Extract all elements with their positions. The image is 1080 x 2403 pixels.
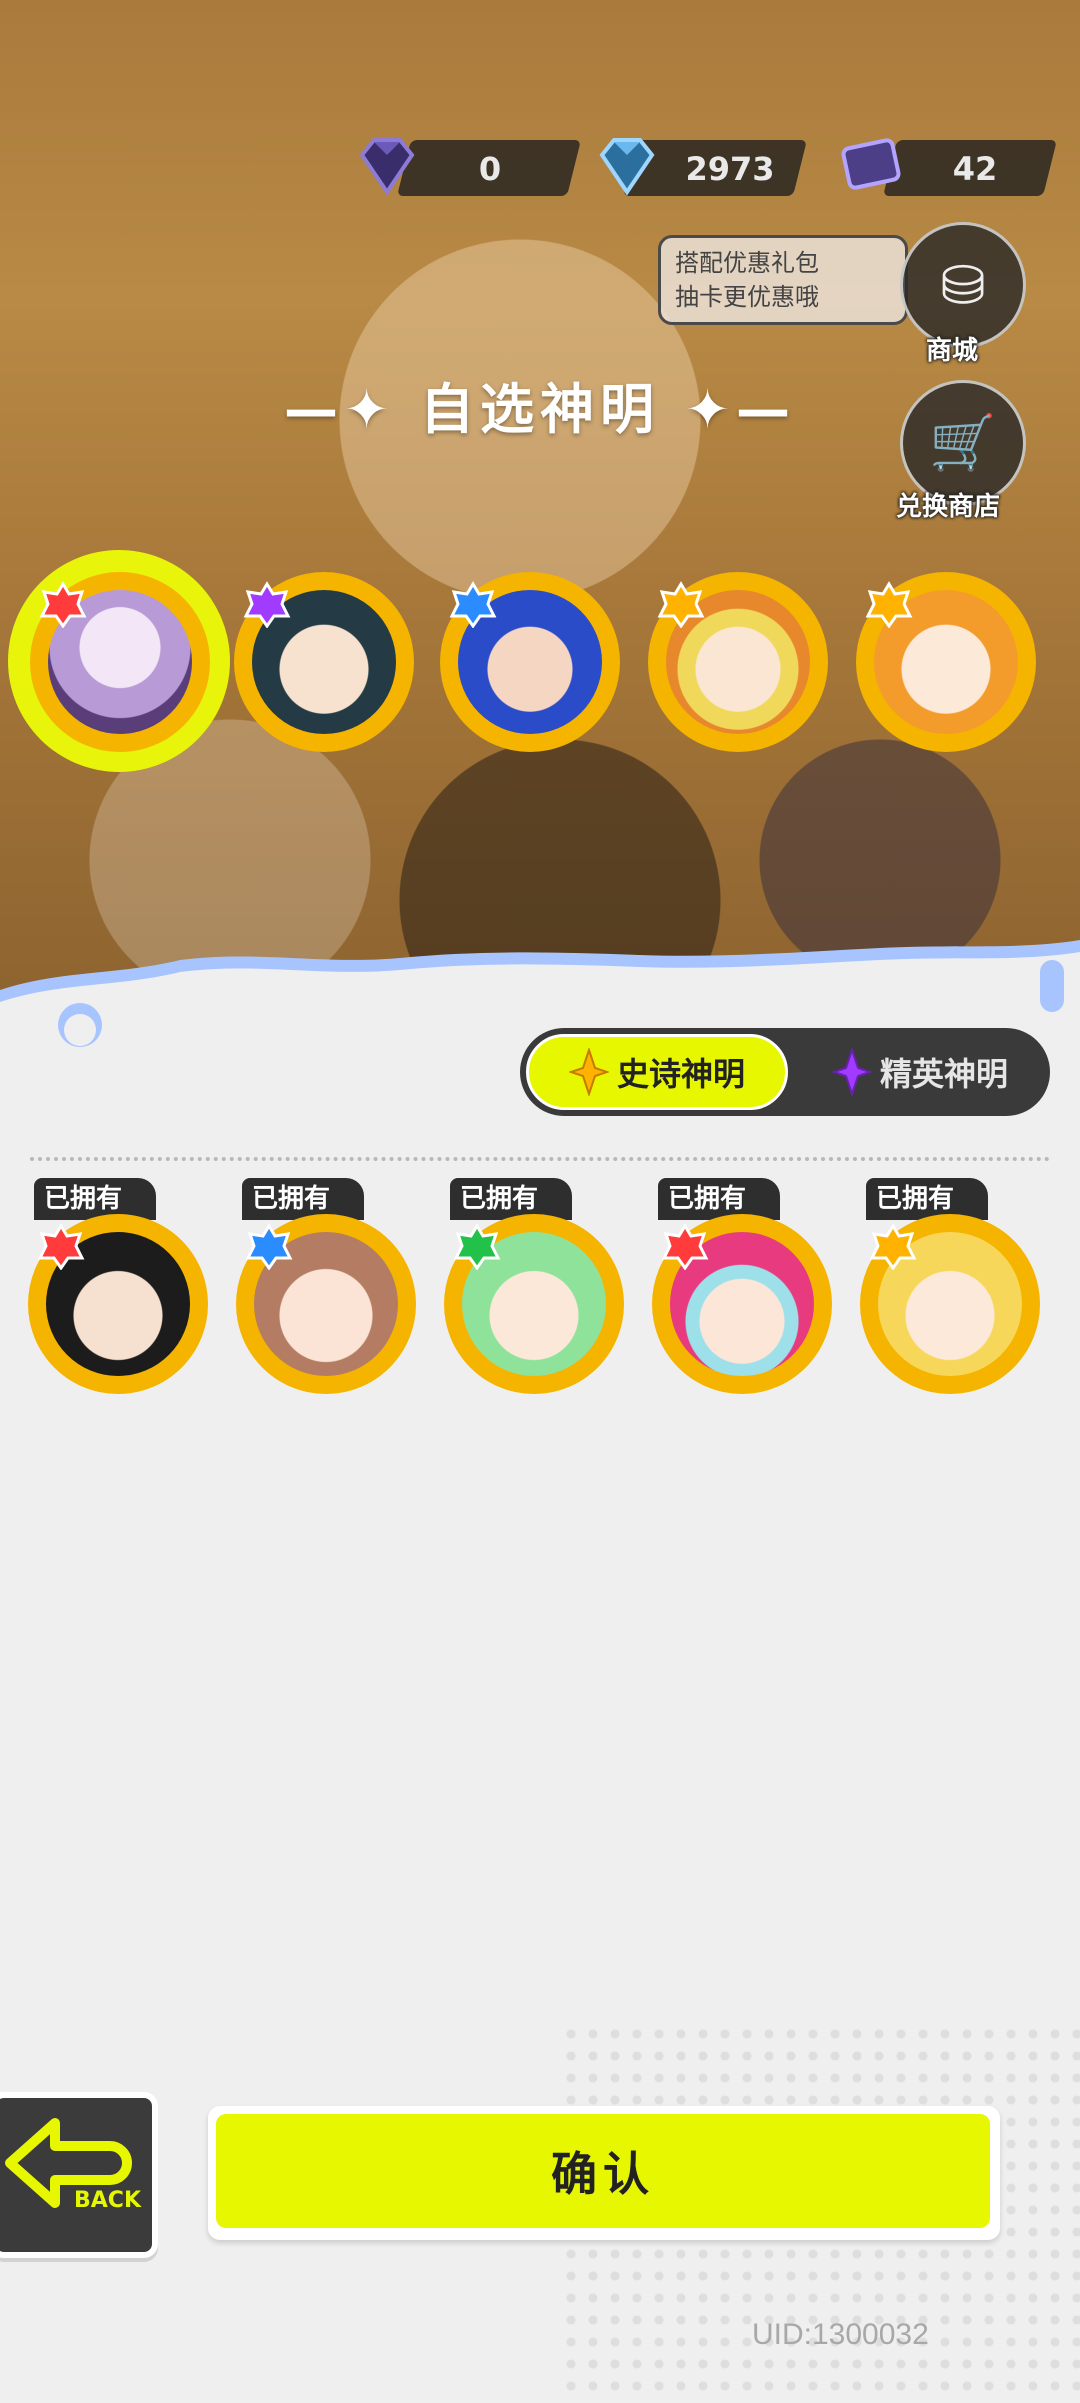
confirm-button[interactable]: 确认: [216, 2114, 990, 2228]
owned-hero-portrait: [28, 1214, 208, 1394]
purple-diamond-icon: [359, 138, 415, 196]
shop-bag-icon: ⛁: [940, 253, 986, 317]
blue-diamond-icon: [599, 138, 655, 196]
purple-star-icon: [831, 1048, 872, 1096]
owned-hero-card-2[interactable]: 已拥有: [236, 1178, 426, 1408]
green-rarity-badge-icon: [453, 1223, 501, 1270]
title-ornament-right: ✦—: [684, 378, 797, 441]
owned-tag: 已拥有: [658, 1178, 780, 1220]
currency-value-3: 42: [952, 150, 998, 188]
blue-rarity-badge-icon: [245, 1223, 293, 1270]
gold-rarity-badge-icon: [865, 581, 913, 628]
gold-star-icon: [568, 1048, 609, 1096]
owned-hero-portrait: [236, 1214, 416, 1394]
tab-epic-label: 史诗神明: [616, 1055, 745, 1093]
owned-tag: 已拥有: [450, 1178, 572, 1220]
hero-option-5[interactable]: [856, 572, 1036, 752]
owned-hero-portrait: [444, 1214, 624, 1394]
dotted-divider: [30, 1157, 1050, 1161]
owned-hero-card-4[interactable]: 已拥有: [652, 1178, 842, 1408]
page-title: —✦ 自选神明 ✦—: [0, 365, 1080, 444]
tab-elite-label: 精英神明: [879, 1055, 1008, 1093]
ticket-icon: [841, 138, 901, 190]
owned-tag: 已拥有: [34, 1178, 156, 1220]
title-text: 自选神明: [420, 378, 660, 441]
promo-line-1: 搭配优惠礼包: [675, 249, 819, 277]
exchange-shop-label: 兑换商店: [896, 492, 1001, 522]
tab-elite-gods[interactable]: 精英神明: [795, 1034, 1045, 1110]
red-rarity-badge-icon: [37, 1223, 85, 1270]
user-id-label: UID:1300032: [752, 2318, 929, 2351]
currency-value-1: 0: [478, 150, 502, 188]
shop-label: 商城: [926, 336, 979, 366]
owned-hero-portrait: [652, 1214, 832, 1394]
red-rarity-badge-icon: [661, 1223, 709, 1270]
owned-tag: 已拥有: [242, 1178, 364, 1220]
owned-hero-card-1[interactable]: 已拥有: [28, 1178, 218, 1408]
owned-hero-card-3[interactable]: 已拥有: [444, 1178, 634, 1408]
red-rarity-badge-icon: [39, 581, 87, 628]
title-ornament-left: —✦: [283, 378, 396, 441]
gold-rarity-badge-icon: [657, 581, 705, 628]
hero-option-2[interactable]: [234, 572, 414, 752]
tab-epic-gods[interactable]: 史诗神明: [526, 1034, 788, 1110]
blue-rarity-badge-icon: [449, 581, 497, 628]
gift-pack-promo[interactable]: 搭配优惠礼包 抽卡更优惠哦: [658, 235, 908, 325]
hero-option-1[interactable]: [30, 572, 210, 752]
owned-tag: 已拥有: [866, 1178, 988, 1220]
currency-value-2: 2973: [685, 150, 775, 188]
purple-rarity-badge-icon: [243, 581, 291, 628]
promo-line-2: 抽卡更优惠哦: [675, 283, 819, 311]
hero-option-4[interactable]: [648, 572, 828, 752]
gold-rarity-badge-icon: [869, 1223, 917, 1270]
owned-hero-card-5[interactable]: 已拥有: [860, 1178, 1050, 1408]
owned-hero-portrait: [860, 1214, 1040, 1394]
hero-option-3[interactable]: [440, 572, 620, 752]
back-button[interactable]: BACK: [0, 2092, 158, 2258]
back-label: BACK: [74, 2188, 141, 2213]
